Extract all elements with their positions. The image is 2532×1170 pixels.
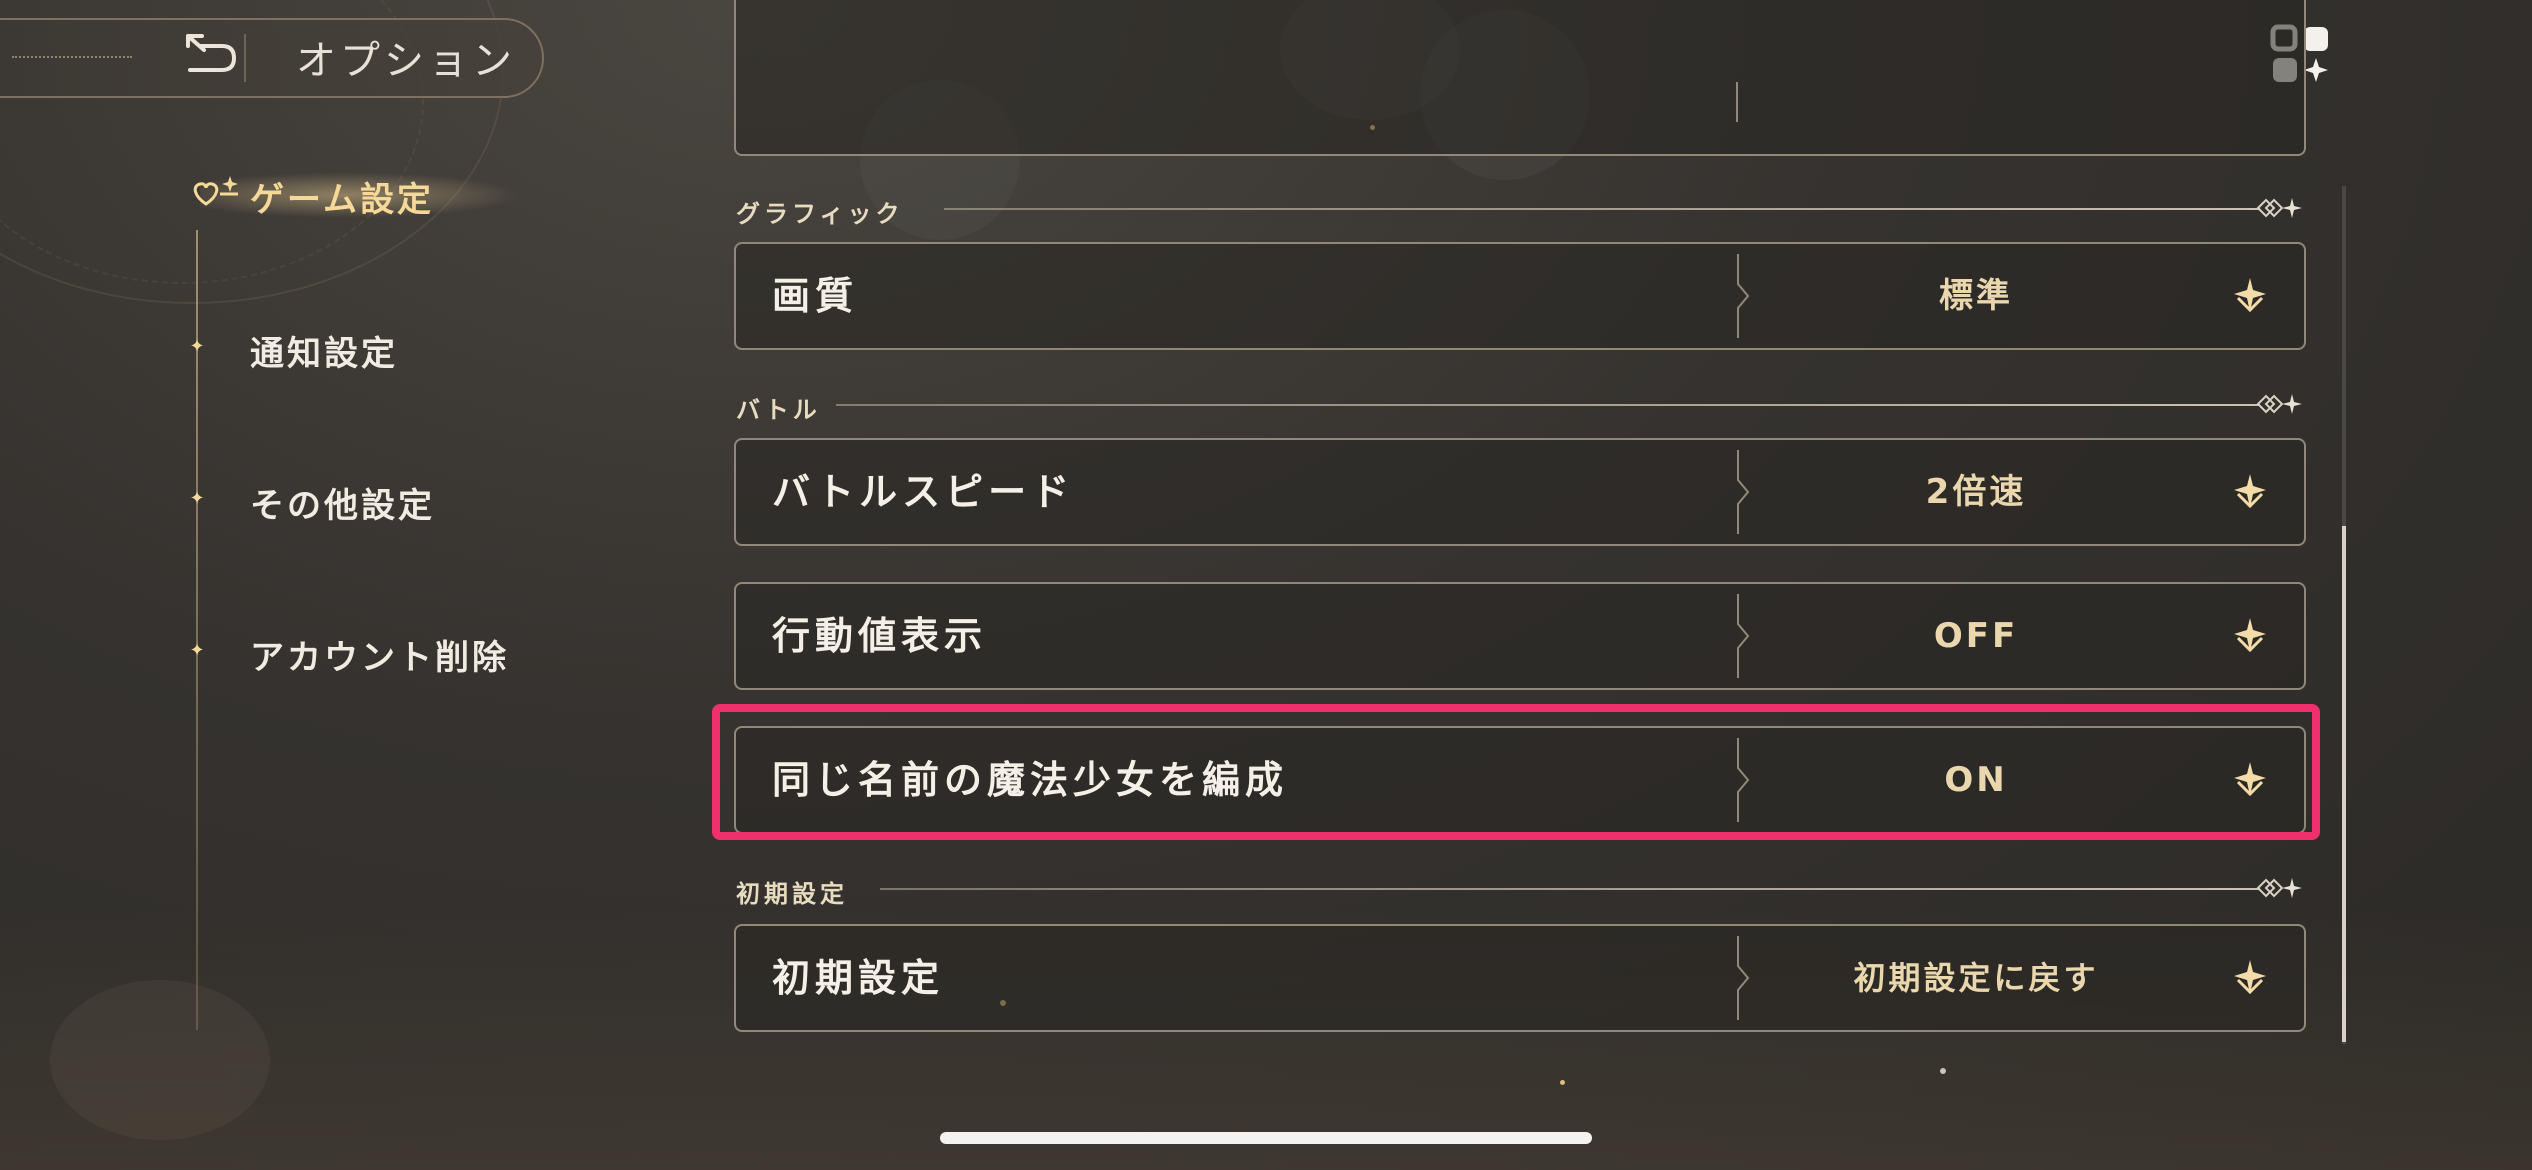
- setting-label-action-value: 行動値表示: [772, 614, 988, 658]
- setting-value-quality: 標準: [1939, 276, 2013, 316]
- dropdown-sparkle-icon[interactable]: [2230, 472, 2270, 512]
- setting-row-action-value[interactable]: 行動値表示 OFF: [734, 582, 2306, 690]
- sidebar-item-notifications[interactable]: 通知設定: [250, 326, 398, 375]
- setting-label-quality: 画質: [772, 274, 859, 318]
- section-divider: [836, 404, 2260, 406]
- row-separator: [1737, 594, 1750, 678]
- header-dots: [12, 56, 132, 58]
- row-separator: [1737, 936, 1750, 1020]
- setting-value-action-value: OFF: [1933, 616, 2019, 656]
- row-separator: [1737, 254, 1750, 338]
- home-indicator[interactable]: [940, 1132, 1592, 1144]
- dropdown-sparkle-icon[interactable]: [2230, 276, 2270, 316]
- setting-value-battle-speed: 2倍速: [1925, 472, 2027, 512]
- heart-key-icon: [193, 176, 238, 206]
- sidebar-item-other-settings[interactable]: その他設定: [250, 478, 435, 527]
- header-divider: [244, 34, 246, 82]
- setting-value-reset: 初期設定に戻す: [1853, 959, 2099, 997]
- sparkle-icon: ✦: [189, 336, 205, 357]
- dropdown-sparkle-icon[interactable]: [2230, 616, 2270, 656]
- back-return-icon[interactable]: [182, 32, 238, 76]
- section-ornament-icon: [2256, 394, 2302, 414]
- row-divider: [1736, 82, 1738, 122]
- section-ornament-icon: [2256, 878, 2302, 898]
- section-label-reset: 初期設定: [736, 880, 848, 908]
- sparkle-icon: ✦: [189, 488, 205, 509]
- page-title: オプション: [296, 38, 516, 84]
- section-label-graphics: グラフィック: [736, 200, 904, 228]
- setting-label-reset: 初期設定: [772, 956, 945, 1000]
- setting-label-battle-speed: バトルスピード: [772, 470, 1075, 514]
- section-ornament-icon: [2256, 198, 2302, 218]
- setting-row-reset[interactable]: 初期設定 初期設定に戻す: [734, 924, 2306, 1032]
- sparkle-icon: ✦: [189, 640, 205, 661]
- sidebar-item-game-settings[interactable]: ゲーム設定: [250, 172, 434, 221]
- sidebar-item-delete-account[interactable]: アカウント削除: [250, 630, 509, 679]
- section-divider: [944, 208, 2260, 210]
- scrollbar-thumb[interactable]: [2342, 526, 2346, 1042]
- dropdown-sparkle-icon[interactable]: [2230, 958, 2270, 998]
- settings-row-partial[interactable]: [734, 0, 2306, 156]
- row-separator: [1737, 450, 1750, 534]
- highlight-box: [712, 704, 2320, 840]
- setting-row-quality[interactable]: 画質 標準: [734, 242, 2306, 350]
- section-label-battle: バトル: [736, 396, 821, 424]
- setting-row-battle-speed[interactable]: バトルスピード 2倍速: [734, 438, 2306, 546]
- section-divider: [880, 888, 2260, 890]
